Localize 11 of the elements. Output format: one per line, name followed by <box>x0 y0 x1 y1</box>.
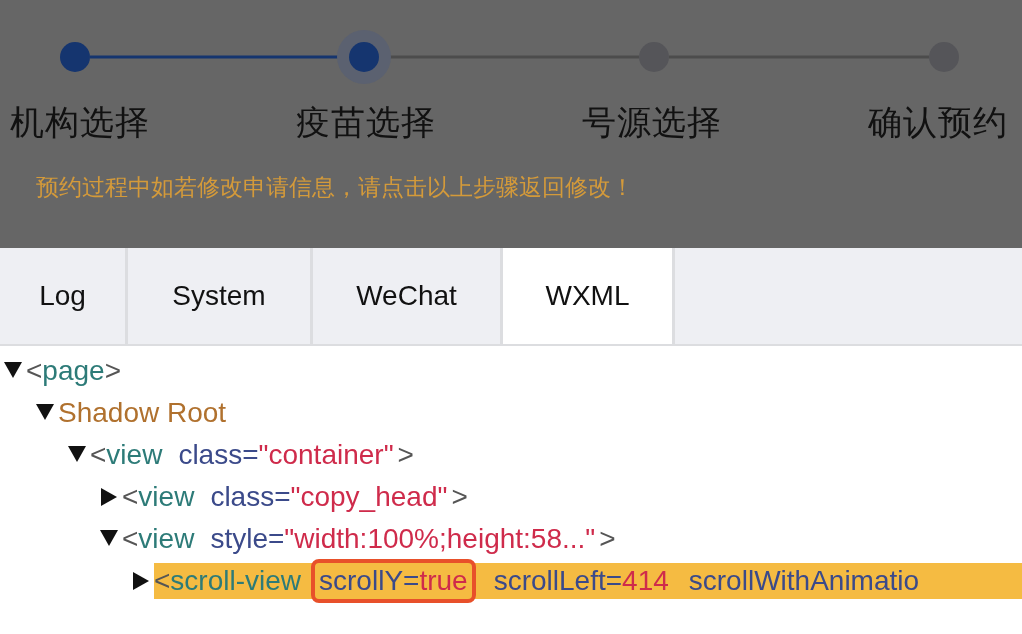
collapse-triangle-icon[interactable] <box>4 362 22 380</box>
expand-triangle-icon[interactable] <box>132 572 150 590</box>
collapse-triangle-icon[interactable] <box>68 446 86 464</box>
tab[interactable]: WXML <box>503 248 675 344</box>
tree-node-text[interactable]: <scroll-view scrollY=true scrollLeft=414 scrollWithAnimatio <box>154 557 1022 605</box>
tab[interactable]: System <box>128 248 313 344</box>
collapse-triangle-icon[interactable] <box>100 530 118 548</box>
tab[interactable]: Log <box>0 248 128 344</box>
collapse-triangle-icon[interactable] <box>36 404 54 422</box>
notice-text: 预约过程中如若修改申请信息，请点击以上步骤返回修改！ <box>36 173 634 202</box>
expand-triangle-icon[interactable] <box>100 488 118 506</box>
